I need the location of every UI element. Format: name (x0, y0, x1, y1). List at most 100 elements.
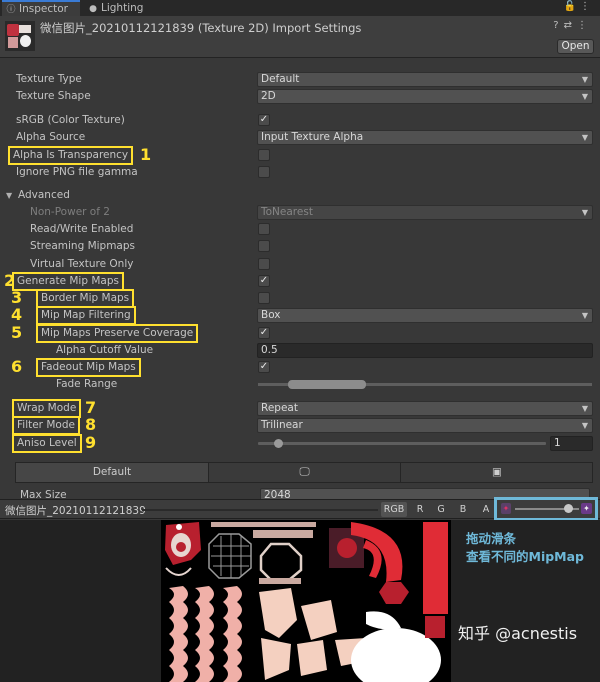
srgb-label: sRGB (Color Texture) (16, 114, 125, 126)
border-mip-maps-checkbox[interactable] (258, 292, 270, 304)
fade-range-slider[interactable] (288, 380, 366, 389)
advanced-foldout[interactable]: ▼ Advanced (6, 188, 70, 203)
srgb-checkbox[interactable]: ✓ (258, 114, 270, 126)
header-icons: ?⇄⋮ (553, 20, 592, 31)
row-mip-map-filtering: 4 Mip Map Filtering Box ▼ (0, 305, 600, 325)
texture-shape-value: 2D (261, 90, 276, 102)
chevron-down-icon: ▼ (581, 208, 588, 217)
fadeout-mip-maps-checkbox[interactable]: ✓ (258, 361, 270, 373)
preserve-coverage-checkbox[interactable]: ✓ (258, 327, 270, 339)
preset-icon[interactable]: ⇄ (564, 20, 577, 31)
wrap-mode-label: Wrap Mode (11, 399, 82, 418)
row-texture-shape: Texture Shape 2D ▼ (0, 88, 600, 105)
row-aniso-level: Aniso Level 9 1 (0, 433, 600, 453)
ignore-png-gamma-checkbox[interactable] (258, 166, 270, 178)
platform-tabs: Default 🖵 ▣ (15, 462, 593, 483)
texture-shape-dropdown[interactable]: 2D ▼ (257, 89, 593, 104)
texture-preview-image (161, 520, 451, 682)
tab-inspector[interactable]: ⓘ Inspector (2, 0, 80, 16)
aniso-level-knob[interactable] (274, 439, 283, 448)
alpha-is-transparency-label: Alpha Is Transparency (7, 146, 134, 165)
more-icon[interactable]: ⋮ (577, 20, 592, 31)
html5-icon: ▣ (492, 466, 502, 478)
alpha-cutoff-field[interactable]: 0.5 (257, 343, 593, 358)
row-srgb: sRGB (Color Texture) ✓ (0, 112, 600, 129)
annotation-number-9: 9 (85, 433, 97, 452)
channel-a-button[interactable]: A (478, 502, 494, 517)
help-icon[interactable]: ? (553, 20, 563, 31)
asset-title: 微信图片_20210112121839 (Texture 2D) Import … (40, 21, 362, 35)
row-alpha-source: Alpha Source Input Texture Alpha ▼ (0, 129, 600, 146)
mip-map-filtering-dropdown[interactable]: Box ▼ (257, 308, 593, 323)
alpha-source-dropdown[interactable]: Input Texture Alpha ▼ (257, 130, 593, 145)
generate-mip-maps-checkbox[interactable]: ✓ (258, 275, 270, 287)
platform-tab-standalone[interactable]: 🖵 (209, 463, 401, 482)
monitor-icon: 🖵 (299, 466, 310, 478)
annotation-number-6: 6 (11, 357, 23, 376)
texture-type-dropdown[interactable]: Default ▼ (257, 72, 593, 87)
read-write-label: Read/Write Enabled (30, 223, 134, 235)
preview-title: 微信图片_20210112121839 (5, 505, 146, 517)
wrap-mode-value: Repeat (261, 402, 298, 414)
max-size-value: 2048 (264, 489, 291, 499)
wrap-mode-dropdown[interactable]: Repeat ▼ (257, 401, 593, 416)
alpha-source-value: Input Texture Alpha (261, 131, 364, 143)
filter-mode-dropdown[interactable]: Trilinear ▼ (257, 418, 593, 433)
texture-type-value: Default (261, 73, 300, 85)
open-button[interactable]: Open (557, 39, 594, 54)
window-controls: 🔓⋮ (564, 1, 594, 12)
alpha-is-transparency-checkbox[interactable] (258, 149, 270, 161)
border-mip-maps-label: Border Mip Maps (35, 289, 135, 308)
chevron-down-icon: ▼ (581, 421, 588, 430)
alpha-cutoff-label: Alpha Cutoff Value (56, 344, 154, 356)
kebab-menu-icon[interactable]: ⋮ (580, 1, 594, 12)
streaming-mipmaps-checkbox[interactable] (258, 240, 270, 252)
asset-header: 微信图片_20210112121839 (Texture 2D) Import … (0, 16, 600, 58)
virtual-texture-only-checkbox[interactable] (258, 258, 270, 270)
row-virtual-texture-only: Virtual Texture Only (0, 256, 600, 273)
channel-rgb-button[interactable]: RGB (381, 502, 407, 517)
read-write-checkbox[interactable] (258, 223, 270, 235)
non-power-of-2-value: ToNearest (261, 206, 313, 218)
annotation-view-mipmap: 查看不同的MipMap (466, 549, 584, 564)
virtual-texture-only-label: Virtual Texture Only (30, 258, 134, 270)
chevron-down-icon: ▼ (581, 133, 588, 142)
generate-mip-maps-label: Generate Mip Maps (12, 272, 124, 291)
aniso-level-field[interactable]: 1 (550, 436, 593, 451)
chevron-down-icon: ▼ (581, 311, 588, 320)
chevron-down-icon: ▼ (581, 75, 588, 84)
row-advanced-foldout[interactable]: ▼ Advanced (0, 187, 600, 204)
channel-g-button[interactable]: G (433, 502, 449, 517)
annotation-number-5: 5 (11, 323, 23, 342)
annotation-number-4: 4 (11, 305, 23, 324)
mip-level-slider-highlight: ✦ ✦ (494, 497, 598, 521)
info-icon: ⓘ (6, 5, 16, 15)
mip-map-filtering-value: Box (261, 309, 281, 321)
max-size-label: Max Size (20, 489, 67, 499)
preview-drag-handle[interactable] (142, 509, 378, 511)
row-fade-range: Fade Range (0, 376, 600, 393)
platform-tab-webgl[interactable]: ▣ (401, 463, 593, 482)
platform-tab-default[interactable]: Default (16, 463, 209, 482)
filter-mode-value: Trilinear (261, 419, 303, 431)
non-power-of-2-label: Non-Power of 2 (30, 206, 110, 218)
tab-lighting[interactable]: ● Lighting (84, 0, 164, 16)
texture-atlas-graphic (161, 520, 451, 682)
texture-thumbnail (5, 21, 35, 51)
lock-icon[interactable]: 🔓 (564, 1, 580, 12)
mip-level-knob[interactable] (564, 504, 573, 513)
row-ignore-png-gamma: Ignore PNG file gamma (0, 164, 600, 181)
chevron-down-icon: ▼ (581, 404, 588, 413)
row-filter-mode: Filter Mode 8 Trilinear ▼ (0, 415, 600, 435)
channel-r-button[interactable]: R (412, 502, 428, 517)
fade-range-label: Fade Range (56, 378, 118, 390)
tab-lighting-label: Lighting (101, 2, 144, 14)
row-read-write: Read/Write Enabled (0, 221, 600, 238)
fadeout-mip-maps-label: Fadeout Mip Maps (36, 358, 141, 377)
non-power-of-2-dropdown: ToNearest ▼ (257, 205, 593, 220)
ignore-png-gamma-label: Ignore PNG file gamma (16, 166, 138, 178)
triangle-down-icon: ▼ (6, 191, 13, 200)
channel-b-button[interactable]: B (455, 502, 471, 517)
aniso-level-track[interactable] (258, 442, 546, 445)
row-generate-mip-maps: 2 Generate Mip Maps ✓ (0, 271, 600, 291)
